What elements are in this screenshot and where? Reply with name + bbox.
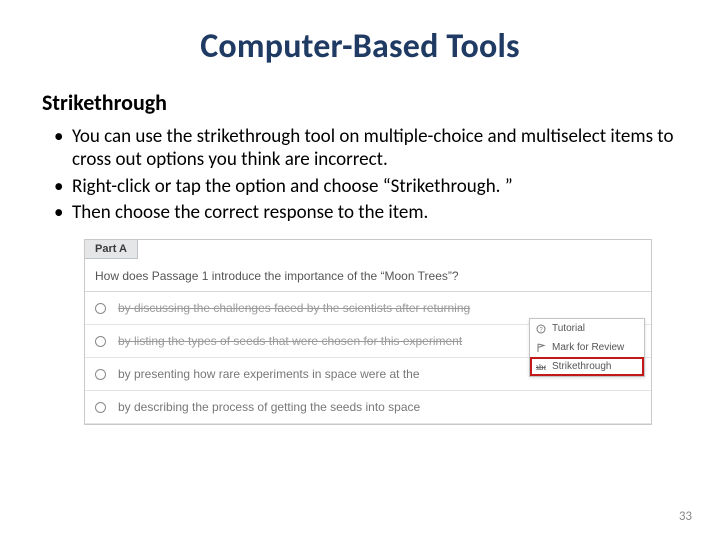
bullet-item: Then choose the correct response to the …	[72, 202, 678, 225]
svg-text:abc: abc	[536, 363, 546, 372]
flag-icon	[536, 343, 546, 353]
strikethrough-icon: abc	[536, 362, 546, 372]
choice-text: by discussing the challenges faced by th…	[118, 301, 470, 315]
radio-icon[interactable]	[95, 303, 106, 314]
slide-subtitle: Strikethrough	[42, 89, 678, 116]
radio-icon[interactable]	[95, 336, 106, 347]
example-screenshot: Part A How does Passage 1 introduce the …	[84, 239, 652, 425]
radio-icon[interactable]	[95, 369, 106, 380]
context-menu: ? Tutorial Mark for Review abc Strikethr…	[529, 318, 645, 377]
bullet-item: You can use the strikethrough tool on mu…	[72, 126, 678, 172]
slide: Computer-Based Tools Strikethrough You c…	[0, 0, 720, 540]
choice-text: by describing the process of getting the…	[118, 400, 420, 414]
choice-text: by listing the types of seeds that were …	[118, 334, 462, 348]
bullet-item: Right-click or tap the option and choose…	[72, 176, 678, 199]
choice-row[interactable]: by describing the process of getting the…	[85, 391, 651, 424]
choice-text: by presenting how rare experiments in sp…	[118, 367, 420, 381]
bullet-list: You can use the strikethrough tool on mu…	[42, 126, 678, 225]
menu-item-tutorial[interactable]: ? Tutorial	[530, 319, 644, 338]
menu-item-strikethrough[interactable]: abc Strikethrough	[530, 357, 644, 376]
menu-item-label: Tutorial	[552, 323, 585, 334]
question-icon: ?	[536, 324, 546, 334]
page-number: 33	[679, 509, 692, 524]
menu-item-label: Strikethrough	[552, 361, 611, 372]
menu-item-mark[interactable]: Mark for Review	[530, 338, 644, 357]
question-text: How does Passage 1 introduce the importa…	[85, 259, 651, 292]
radio-icon[interactable]	[95, 402, 106, 413]
part-label: Part A	[85, 240, 138, 259]
slide-title: Computer-Based Tools	[42, 26, 678, 67]
menu-item-label: Mark for Review	[552, 342, 624, 353]
